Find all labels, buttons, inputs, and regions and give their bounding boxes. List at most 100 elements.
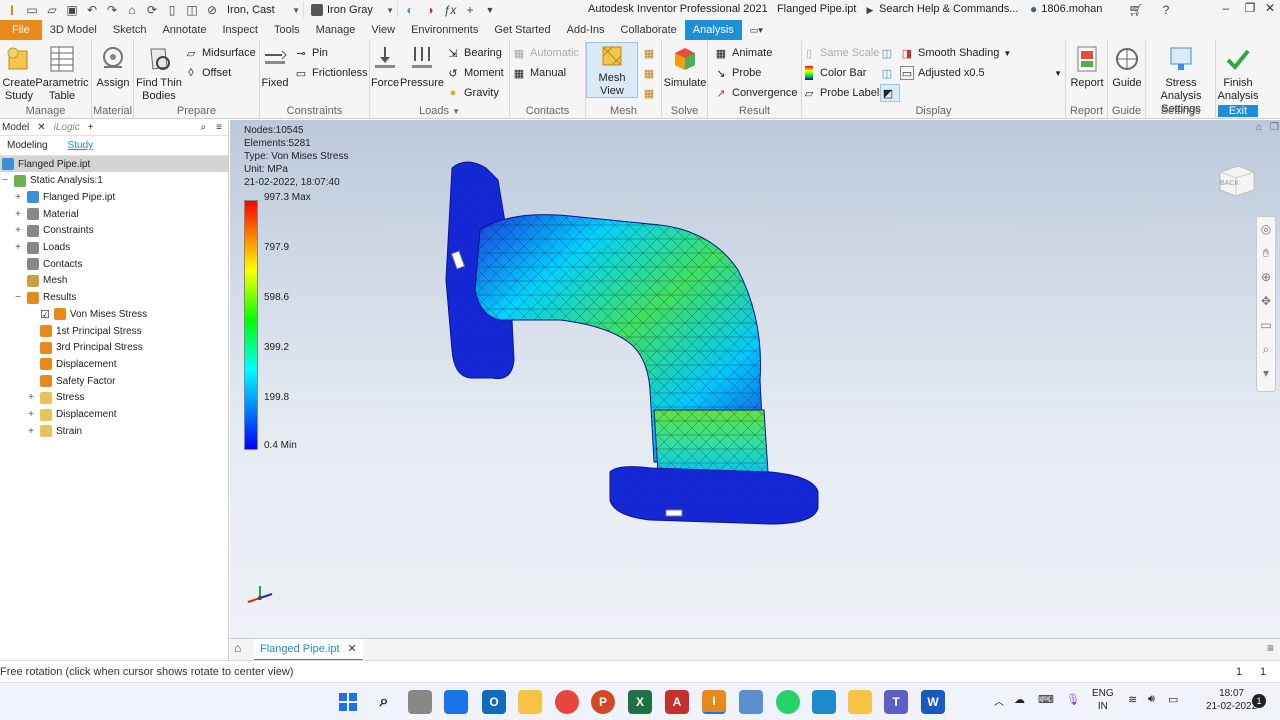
acrobat-icon[interactable]: A bbox=[665, 690, 689, 714]
wifi-icon[interactable]: ≋ bbox=[1128, 693, 1137, 706]
fixed-button[interactable]: Fixed bbox=[260, 44, 290, 90]
group-label[interactable]: Loads ▼ bbox=[370, 105, 509, 117]
find-thin-bodies-button[interactable]: Find Thin Bodies bbox=[136, 44, 182, 103]
new-file-icon[interactable]: ▭ bbox=[24, 2, 40, 18]
start-icon[interactable] bbox=[336, 690, 360, 714]
file-explorer-icon[interactable] bbox=[518, 690, 542, 714]
teams-icon[interactable]: T bbox=[884, 690, 908, 714]
photos-icon[interactable] bbox=[739, 690, 763, 714]
flanged-pipe-model[interactable] bbox=[230, 120, 1280, 638]
guide-button[interactable]: Guide bbox=[1110, 44, 1144, 90]
subtab-modeling[interactable]: Modeling bbox=[2, 139, 53, 152]
color-bar-button[interactable]: Color Bar bbox=[802, 64, 866, 82]
home-icon[interactable]: ⌂ bbox=[124, 2, 140, 18]
user-account[interactable]: ● 1806.mohan bbox=[1030, 2, 1102, 16]
open-file-icon[interactable]: ▱ bbox=[44, 2, 60, 18]
smooth-shading-select[interactable]: ◨ Smooth Shading ▼ bbox=[900, 44, 1011, 62]
same-scale-button[interactable]: ▯ Same Scale bbox=[802, 44, 879, 62]
tab-view[interactable]: View bbox=[363, 20, 403, 40]
save-icon[interactable]: ▣ bbox=[64, 2, 80, 18]
midsurface-button[interactable]: ▱ Midsurface bbox=[184, 44, 256, 62]
create-study-button[interactable]: Create Study bbox=[2, 44, 36, 103]
select-icon[interactable]: ▯ bbox=[164, 2, 180, 18]
update-icon[interactable]: ⟳ bbox=[144, 2, 160, 18]
parametric-table-button[interactable]: Parametric Table bbox=[35, 44, 89, 103]
expand-icon[interactable]: + bbox=[13, 225, 23, 236]
file-icon[interactable] bbox=[408, 690, 432, 714]
tree-item[interactable]: 1st Principal Stress bbox=[0, 323, 228, 339]
zoom-icon[interactable]: ⊕ bbox=[1257, 265, 1275, 289]
visibility-checkbox[interactable]: ☑ bbox=[40, 308, 50, 321]
displacement-scale-select[interactable]: ▭ Adjusted x0.5 ▼ bbox=[900, 64, 1066, 82]
chrome-icon[interactable] bbox=[555, 690, 579, 714]
close-tab-icon[interactable]: ✕ bbox=[348, 639, 357, 659]
cloud-icon[interactable]: ☁︎ bbox=[1014, 693, 1025, 706]
probe-button[interactable]: ↘ Probe bbox=[714, 64, 761, 82]
zoom-window-icon[interactable]: ⌕ bbox=[1257, 337, 1275, 361]
word-icon[interactable]: W bbox=[921, 690, 945, 714]
tree-item[interactable]: Mesh bbox=[0, 273, 228, 289]
outlook-icon[interactable]: O bbox=[482, 690, 506, 714]
maximize-viewport-icon[interactable]: ❐ bbox=[1270, 122, 1279, 133]
tab-annotate[interactable]: Annotate bbox=[154, 20, 214, 40]
doc-tab-flanged-pipe[interactable]: Flanged Pipe.ipt ✕ bbox=[254, 639, 363, 661]
help-icon[interactable]: ? bbox=[1158, 2, 1174, 18]
expand-icon[interactable]: + bbox=[26, 426, 36, 437]
tab-add-ins[interactable]: Add-Ins bbox=[559, 20, 613, 40]
tree-item[interactable]: ☑ Von Mises Stress bbox=[0, 306, 228, 322]
finish-analysis-button[interactable]: Finish Analysis bbox=[1216, 44, 1260, 103]
tree-item[interactable]: + Flanged Pipe.ipt bbox=[0, 189, 228, 205]
tree-item[interactable]: + Material bbox=[0, 206, 228, 222]
collapse-icon[interactable]: − bbox=[0, 175, 10, 186]
tab-collaborate[interactable]: Collaborate bbox=[613, 20, 685, 40]
boundary-conditions-icon[interactable]: ◫ bbox=[880, 44, 898, 62]
show-max-icon[interactable]: ◩ bbox=[880, 84, 900, 102]
appearance-override-icon[interactable]: ◐ bbox=[402, 2, 418, 18]
expand-icon[interactable]: + bbox=[26, 409, 36, 420]
close-icon[interactable]: ✕ bbox=[33, 122, 49, 133]
powerpoint-icon[interactable]: P bbox=[591, 690, 615, 714]
redo-icon[interactable]: ↷ bbox=[104, 2, 120, 18]
frictionless-button[interactable]: ▭ Frictionless bbox=[294, 64, 368, 82]
tab-sketch[interactable]: Sketch bbox=[105, 20, 155, 40]
collapse-icon[interactable]: − bbox=[13, 292, 23, 303]
tab-analysis[interactable]: Analysis bbox=[684, 20, 742, 40]
search-help-input[interactable]: Search Help & Commands... bbox=[874, 1, 1024, 18]
home-view-icon[interactable]: ⌂ bbox=[1256, 122, 1262, 133]
report-button[interactable]: Report bbox=[1070, 44, 1104, 90]
show-min-icon[interactable]: ◫ bbox=[880, 64, 898, 82]
mesh-view-button[interactable]: Mesh View bbox=[586, 42, 638, 98]
tree-item[interactable]: − Static Analysis:1 bbox=[0, 173, 228, 189]
automatic-button[interactable]: ▦ Automatic bbox=[512, 44, 579, 62]
close-button[interactable]: ✕ bbox=[1260, 1, 1280, 19]
appearance-select[interactable]: Iron Gray ▼ bbox=[308, 2, 398, 18]
gravity-button[interactable]: ● Gravity bbox=[446, 84, 499, 102]
keyboard-icon[interactable]: ⌨︎ bbox=[1038, 693, 1054, 706]
tab-tools[interactable]: Tools bbox=[266, 20, 308, 40]
tree-item[interactable]: Displacement bbox=[0, 356, 228, 372]
simulate-button[interactable]: Simulate bbox=[664, 44, 706, 90]
tab-file[interactable]: File bbox=[0, 20, 42, 40]
mesh-settings-icon[interactable]: ▦ bbox=[642, 44, 660, 62]
tree-item[interactable]: + Loads bbox=[0, 240, 228, 256]
tree-item[interactable]: + Constraints bbox=[0, 223, 228, 239]
tree-item[interactable]: + Stress bbox=[0, 390, 228, 406]
minimize-button[interactable]: – bbox=[1216, 1, 1236, 19]
home-tab-icon[interactable]: ⌂ bbox=[234, 641, 241, 655]
tree-item[interactable]: Safety Factor bbox=[0, 373, 228, 389]
assign-button[interactable]: Assign bbox=[96, 44, 130, 90]
convergence-button[interactable]: ↗ Convergence bbox=[714, 84, 797, 102]
mic-icon[interactable]: 🎙︎ bbox=[1066, 693, 1080, 706]
expand-icon[interactable]: + bbox=[13, 209, 23, 220]
tree-item[interactable]: 3rd Principal Stress bbox=[0, 340, 228, 356]
add-tab-icon[interactable]: + bbox=[84, 122, 98, 133]
search-icon[interactable]: ⌕ bbox=[372, 690, 396, 714]
tray-chevron-icon[interactable]: ︿ bbox=[994, 693, 1004, 708]
tree-item[interactable]: + Displacement bbox=[0, 407, 228, 423]
tab-list-icon[interactable]: ≡ bbox=[1267, 641, 1274, 655]
material-browser-icon[interactable]: ◫ bbox=[184, 2, 200, 18]
local-mesh-icon[interactable]: ▦ bbox=[642, 64, 660, 82]
expand-icon[interactable]: + bbox=[13, 192, 23, 203]
clear-override-icon[interactable]: ⊘ bbox=[204, 2, 220, 18]
moment-button[interactable]: ↺ Moment bbox=[446, 64, 503, 82]
